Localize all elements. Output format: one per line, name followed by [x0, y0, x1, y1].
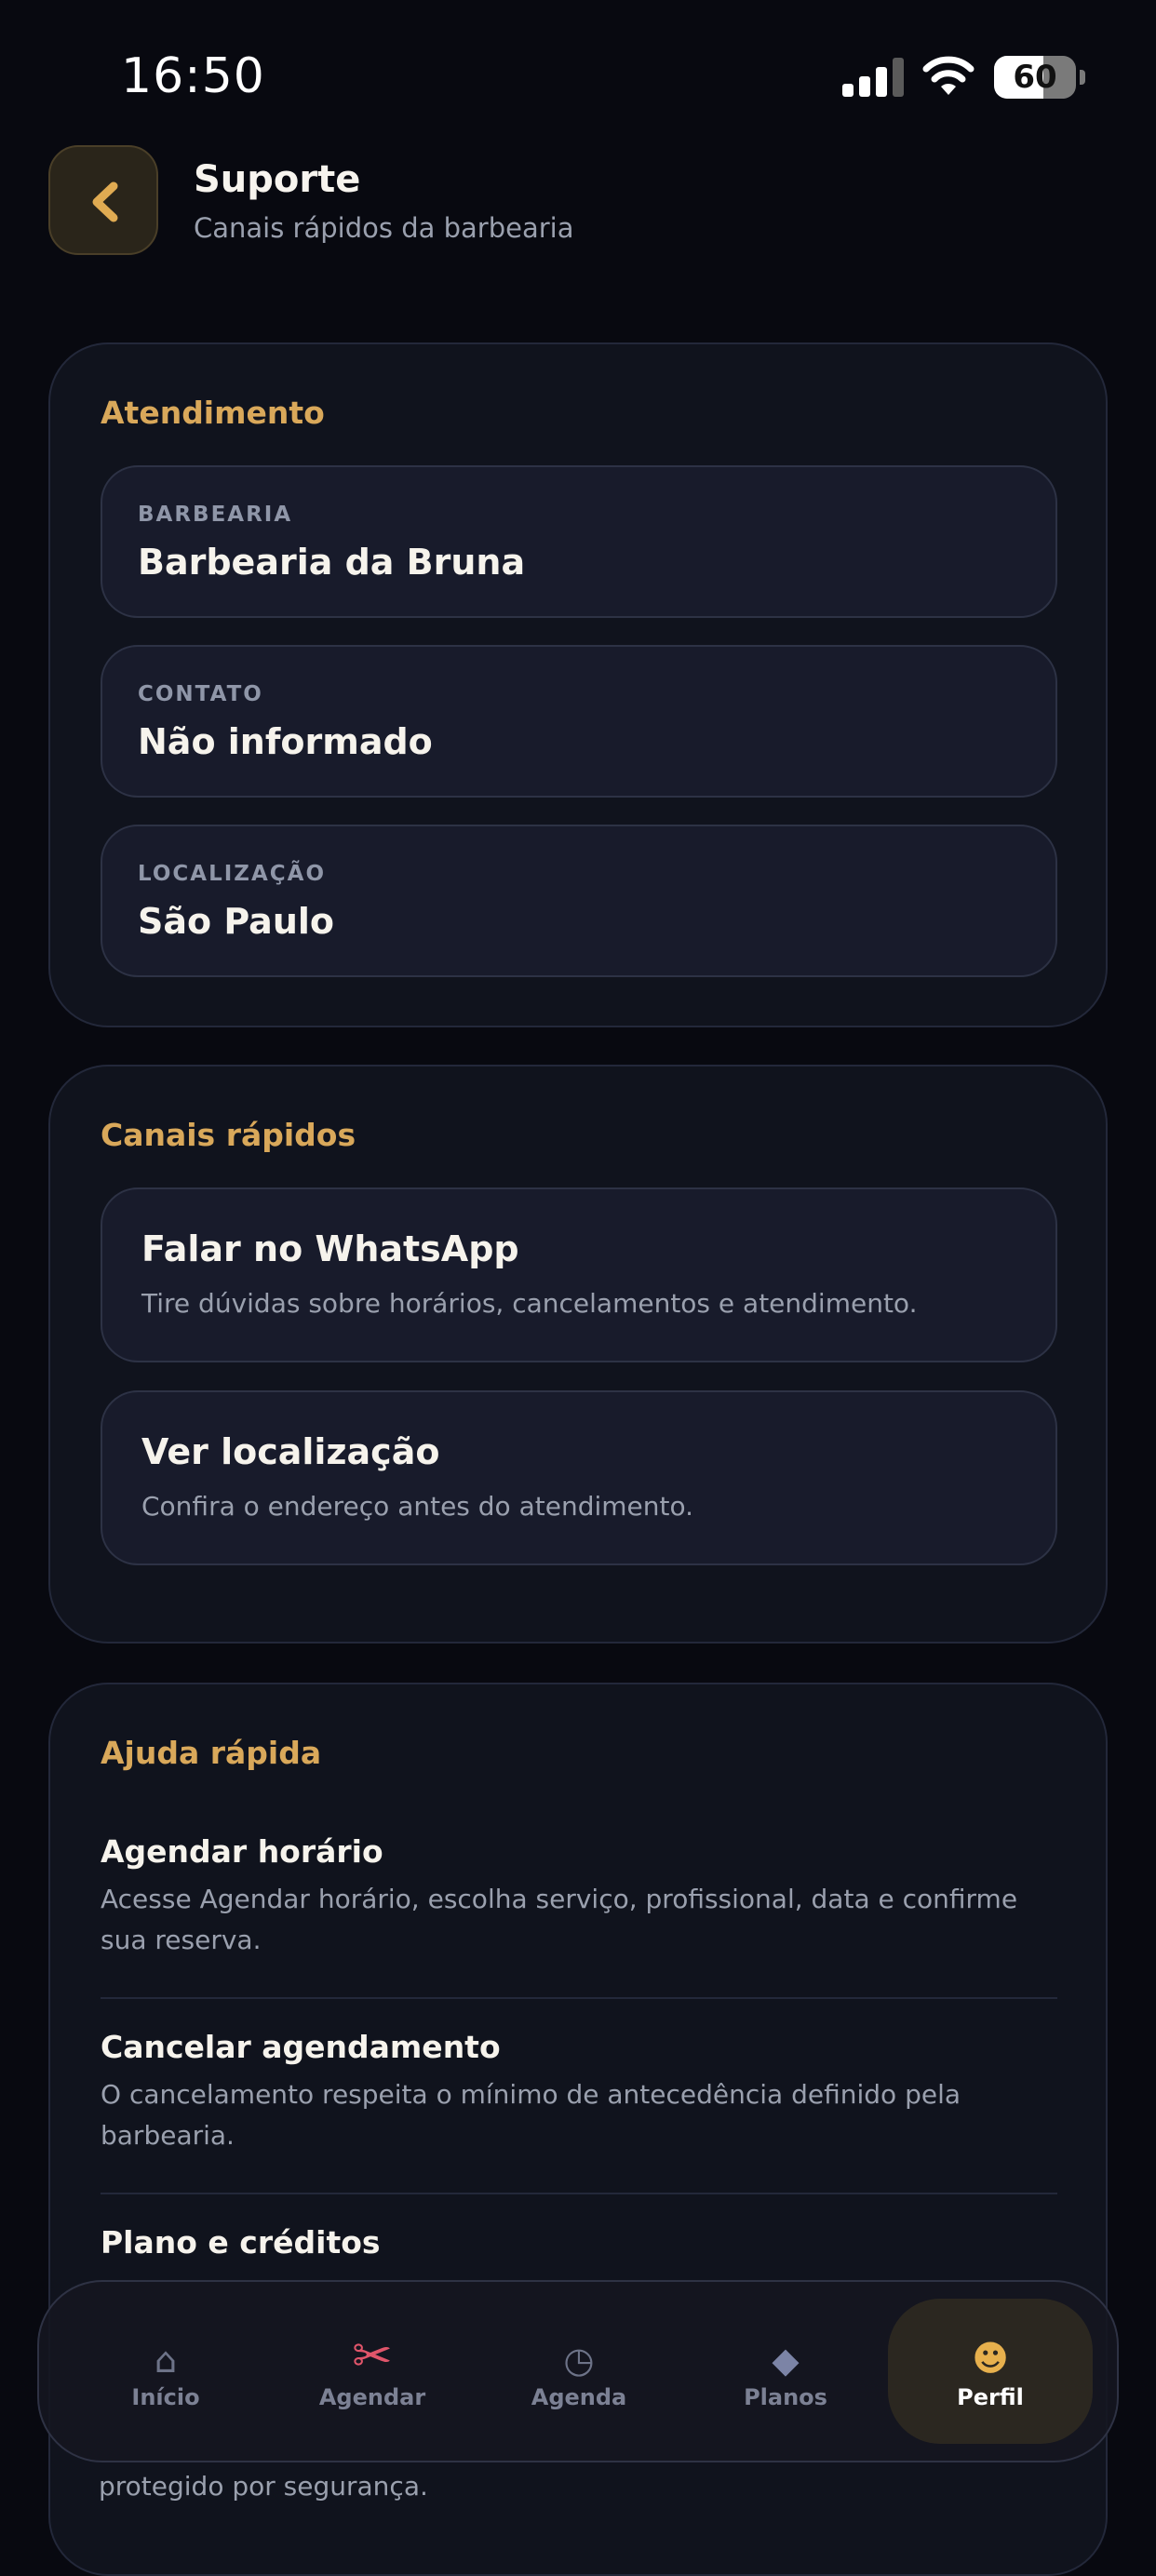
partial-help-text: protegido por segurança. [99, 2471, 428, 2502]
help-item-cancelar[interactable]: Cancelar agendamento O cancelamento resp… [101, 2029, 1057, 2156]
info-contato: CONTATO Não informado [101, 645, 1057, 798]
tab-label: Início [131, 2384, 200, 2410]
clock-icon: ◷ [563, 2340, 595, 2381]
help-item-plano[interactable]: Plano e créditos [101, 2224, 1057, 2261]
tab-agendar[interactable]: ✂ Agendar [270, 2282, 475, 2461]
info-value: São Paulo [138, 901, 335, 942]
ajuda-title: Ajuda rápida [101, 1735, 322, 1771]
battery-icon: 60 [994, 56, 1085, 99]
help-title: Agendar horário [101, 1833, 383, 1870]
atendimento-card: Atendimento BARBEARIA Barbearia da Bruna… [48, 342, 1108, 1027]
divider [101, 2193, 1057, 2194]
info-label: LOCALIZAÇÃO [138, 862, 326, 886]
channel-description: Confira o endereço antes do atendimento. [141, 1491, 694, 1522]
cellular-signal-icon [842, 58, 904, 97]
info-value: Barbearia da Bruna [138, 542, 526, 583]
whatsapp-button[interactable]: Falar no WhatsApp Tire dúvidas sobre hor… [101, 1187, 1057, 1362]
status-bar: 16:50 60 [0, 0, 1156, 140]
location-button[interactable]: Ver localização Confira o endereço antes… [101, 1390, 1057, 1565]
tab-label: Agendar [318, 2384, 426, 2410]
info-value: Não informado [138, 721, 433, 762]
info-localizacao: LOCALIZAÇÃO São Paulo [101, 825, 1057, 977]
tab-perfil[interactable]: ☻ Perfil [888, 2299, 1093, 2444]
diamond-icon: ◆ [772, 2340, 800, 2381]
canais-title: Canais rápidos [101, 1117, 356, 1153]
tab-inicio[interactable]: ⌂ Início [63, 2282, 268, 2461]
info-label: BARBEARIA [138, 503, 293, 527]
help-item-agendar[interactable]: Agendar horário Acesse Agendar horário, … [101, 1833, 1057, 1961]
help-title: Cancelar agendamento [101, 2029, 501, 2065]
bottom-tab-bar: ⌂ Início ✂ Agendar ◷ Agenda ◆ Planos ☻ P… [37, 2280, 1119, 2462]
channel-title: Falar no WhatsApp [141, 1228, 519, 1269]
home-icon: ⌂ [154, 2340, 178, 2381]
scissors-icon: ✂ [352, 2328, 393, 2384]
page-title: Suporte [194, 158, 361, 201]
tab-label: Planos [744, 2384, 827, 2410]
tab-label: Agenda [531, 2384, 627, 2410]
help-description: Acesse Agendar horário, escolha serviço,… [101, 1884, 1018, 1955]
help-description: O cancelamento respeita o mínimo de ante… [101, 2079, 961, 2151]
tab-label: Perfil [957, 2384, 1024, 2410]
tab-planos[interactable]: ◆ Planos [683, 2282, 888, 2461]
info-barbearia: BARBEARIA Barbearia da Bruna [101, 465, 1057, 618]
smiley-icon: ☻ [972, 2338, 1009, 2379]
help-title: Plano e créditos [101, 2224, 381, 2261]
canais-card: Canais rápidos Falar no WhatsApp Tire dú… [48, 1065, 1108, 1644]
info-label: CONTATO [138, 682, 263, 706]
divider [101, 1997, 1057, 1999]
channel-title: Ver localização [141, 1431, 440, 1472]
wifi-icon [922, 56, 975, 95]
channel-description: Tire dúvidas sobre horários, cancelament… [141, 1288, 918, 1319]
page-header: Suporte Canais rápidos da barbearia [48, 145, 1109, 257]
tab-agenda[interactable]: ◷ Agenda [477, 2282, 681, 2461]
atendimento-title: Atendimento [101, 395, 325, 431]
status-time: 16:50 [121, 48, 265, 104]
battery-level: 60 [1013, 59, 1057, 96]
back-button[interactable] [48, 145, 158, 255]
page-subtitle: Canais rápidos da barbearia [194, 212, 574, 244]
chevron-left-icon [92, 181, 118, 222]
